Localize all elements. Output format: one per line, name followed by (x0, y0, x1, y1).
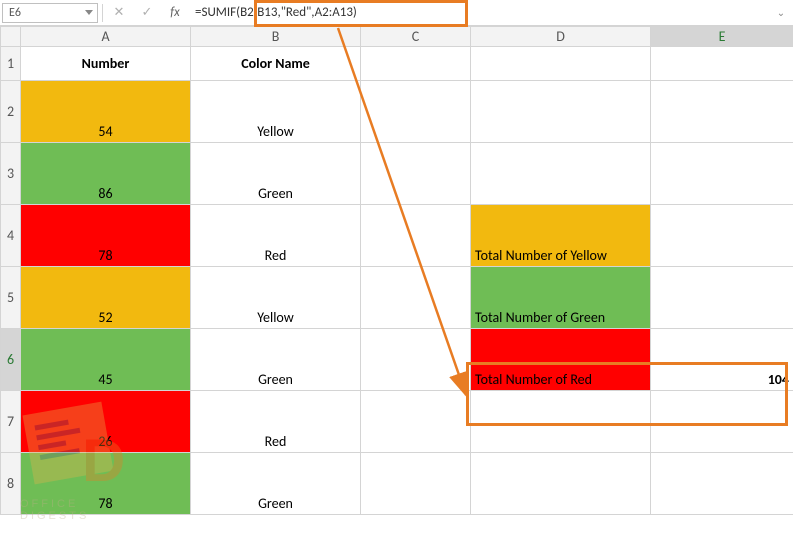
table-row: 6 45 Green Total Number of Red 104 (1, 329, 793, 391)
cell-A7[interactable]: 26 (21, 391, 191, 453)
cell-B8[interactable]: Green (191, 453, 361, 515)
cell-B7[interactable]: Red (191, 391, 361, 453)
row-1[interactable]: 1 (1, 47, 21, 81)
table-row: 7 26 Red (1, 391, 793, 453)
table-row: 8 78 Green (1, 453, 793, 515)
cell-E6[interactable]: 104 (651, 329, 793, 391)
cell-D6[interactable]: Total Number of Red (471, 329, 651, 391)
cell-C5[interactable] (361, 267, 471, 329)
col-E[interactable]: E (651, 27, 793, 47)
name-box-value: E6 (9, 6, 21, 20)
cell-D7[interactable] (471, 391, 651, 453)
cell-E4[interactable] (651, 205, 793, 267)
cell-E2[interactable] (651, 81, 793, 143)
table-row: 5 52 Yellow Total Number of Green (1, 267, 793, 329)
cell-D5[interactable]: Total Number of Green (471, 267, 651, 329)
cell-B2[interactable]: Yellow (191, 81, 361, 143)
confirm-icon[interactable]: ✓ (135, 3, 159, 23)
table-row: 2 54 Yellow (1, 81, 793, 143)
grid[interactable]: A B C D E 1 Number Color Name 2 54 Yello… (0, 26, 793, 515)
col-A[interactable]: A (21, 27, 191, 47)
select-all-corner[interactable] (1, 27, 21, 47)
cell-E3[interactable] (651, 143, 793, 205)
cancel-icon[interactable]: ✕ (107, 3, 131, 23)
chevron-down-icon[interactable] (85, 10, 93, 15)
formula-input[interactable]: =SUMIF(B2:B13,"Red",A2:A13) (191, 3, 767, 23)
row-7[interactable]: 7 (1, 391, 21, 453)
cell-B1[interactable]: Color Name (191, 47, 361, 81)
cell-A2[interactable]: 54 (21, 81, 191, 143)
cell-D8[interactable] (471, 453, 651, 515)
row-8[interactable]: 8 (1, 453, 21, 515)
cell-A5[interactable]: 52 (21, 267, 191, 329)
expand-formula-bar-icon[interactable]: ⌄ (771, 3, 791, 23)
cell-D4[interactable]: Total Number of Yellow (471, 205, 651, 267)
row-3[interactable]: 3 (1, 143, 21, 205)
row-6[interactable]: 6 (1, 329, 21, 391)
cell-E1[interactable] (651, 47, 793, 81)
cell-C3[interactable] (361, 143, 471, 205)
cell-C1[interactable] (361, 47, 471, 81)
cell-E7[interactable] (651, 391, 793, 453)
cell-B4[interactable]: Red (191, 205, 361, 267)
col-B[interactable]: B (191, 27, 361, 47)
table-row: 3 86 Green (1, 143, 793, 205)
row-4[interactable]: 4 (1, 205, 21, 267)
formula-bar: E6 ✕ ✓ fx =SUMIF(B2:B13,"Red",A2:A13) ⌄ (0, 0, 793, 26)
cell-C8[interactable] (361, 453, 471, 515)
cell-A6[interactable]: 45 (21, 329, 191, 391)
cell-A3[interactable]: 86 (21, 143, 191, 205)
cell-B3[interactable]: Green (191, 143, 361, 205)
table-row: 4 78 Red Total Number of Yellow (1, 205, 793, 267)
row-2[interactable]: 2 (1, 81, 21, 143)
table-row: 1 Number Color Name (1, 47, 793, 81)
cell-C4[interactable] (361, 205, 471, 267)
cell-E5[interactable] (651, 267, 793, 329)
cell-C2[interactable] (361, 81, 471, 143)
col-C[interactable]: C (361, 27, 471, 47)
divider (102, 4, 103, 22)
cell-D3[interactable] (471, 143, 651, 205)
cell-C6[interactable] (361, 329, 471, 391)
col-D[interactable]: D (471, 27, 651, 47)
cell-A1[interactable]: Number (21, 47, 191, 81)
cell-E8[interactable] (651, 453, 793, 515)
cell-B6[interactable]: Green (191, 329, 361, 391)
name-box[interactable]: E6 (2, 3, 98, 23)
cell-D1[interactable] (471, 47, 651, 81)
worksheet: A B C D E 1 Number Color Name 2 54 Yello… (0, 26, 793, 515)
cell-B5[interactable]: Yellow (191, 267, 361, 329)
cell-A4[interactable]: 78 (21, 205, 191, 267)
fx-icon[interactable]: fx (163, 3, 187, 23)
column-header-row: A B C D E (1, 27, 793, 47)
cell-D2[interactable] (471, 81, 651, 143)
cell-C7[interactable] (361, 391, 471, 453)
row-5[interactable]: 5 (1, 267, 21, 329)
cell-A8[interactable]: 78 (21, 453, 191, 515)
